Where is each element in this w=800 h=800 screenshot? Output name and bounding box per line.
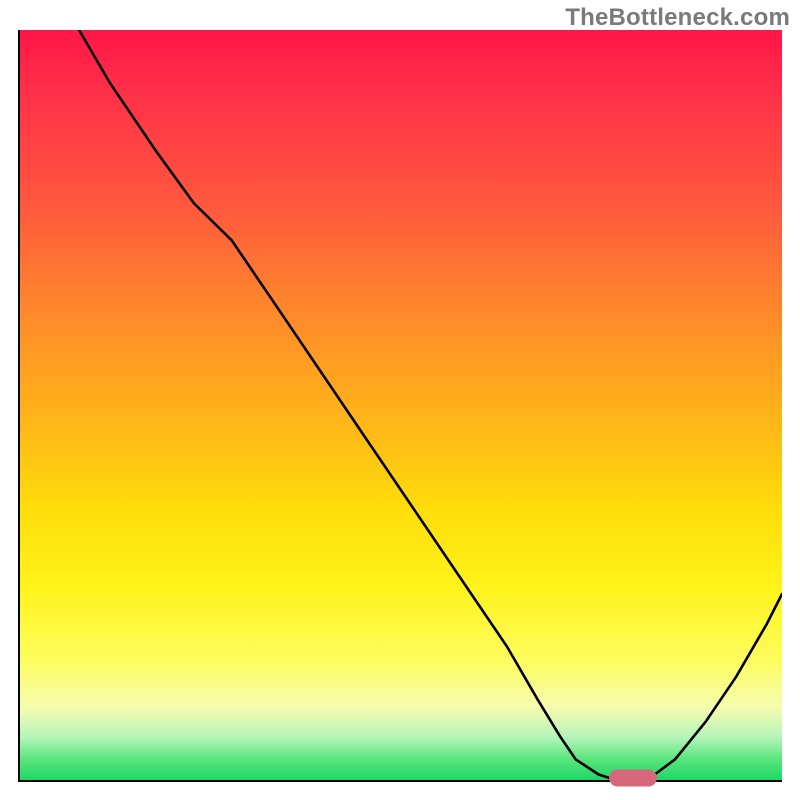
bottleneck-curve	[79, 30, 782, 782]
plot-area	[18, 30, 782, 782]
chart-container: TheBottleneck.com	[0, 0, 800, 800]
optimal-marker	[609, 770, 657, 787]
watermark-text: TheBottleneck.com	[565, 4, 790, 32]
curve-layer	[18, 30, 782, 782]
